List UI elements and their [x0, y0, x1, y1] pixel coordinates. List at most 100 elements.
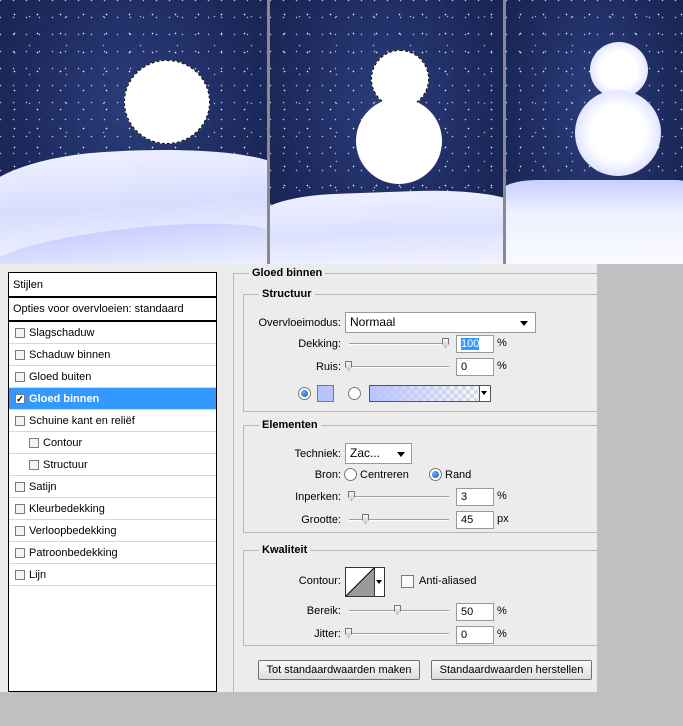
gradient-radio[interactable] [348, 387, 361, 400]
chevron-down-icon [397, 452, 405, 457]
choke-input[interactable]: 3 [456, 488, 494, 506]
opacity-input[interactable]: 100 [456, 335, 494, 353]
style-item[interactable]: ✓ Gloed binnen [9, 388, 216, 410]
style-item-label: Satijn [29, 480, 57, 493]
structure-title: Structuur [259, 288, 315, 300]
jitter-slider-track [349, 633, 449, 635]
blend-options-item[interactable]: Opties voor overvloeien: standaard [9, 298, 216, 322]
choke-unit: % [497, 490, 507, 502]
styles-list: Stijlen Opties voor overvloeien: standaa… [8, 272, 217, 692]
style-item[interactable]: Gloed buiten [9, 366, 216, 388]
contour-curve-icon [346, 568, 375, 596]
opacity-slider-track [349, 343, 449, 345]
technique-label: Techniek: [294, 448, 341, 460]
style-item-checkbox[interactable] [15, 371, 25, 382]
source-edge-radio[interactable] [429, 468, 442, 481]
noise-input[interactable]: 0 [456, 358, 494, 376]
size-value: 45 [461, 514, 474, 526]
size-input[interactable]: 45 [456, 511, 494, 529]
gradient-picker[interactable] [369, 385, 491, 402]
style-item-checkbox[interactable] [15, 481, 25, 492]
opacity-value: 100 [461, 338, 480, 350]
style-item[interactable]: Schuine kant en reliëf [9, 410, 216, 432]
anti-aliased-checkbox[interactable] [401, 575, 414, 588]
snow-ground [270, 187, 503, 264]
choke-value: 3 [461, 491, 468, 503]
jitter-input[interactable]: 0 [456, 626, 494, 644]
choke-label: Inperken: [295, 491, 341, 503]
style-item-checkbox[interactable] [15, 569, 25, 580]
style-item-label: Gloed buiten [29, 370, 92, 383]
styles-header[interactable]: Stijlen [9, 273, 216, 298]
snow-ground [506, 180, 683, 264]
style-item-label: Schaduw binnen [29, 348, 111, 361]
chevron-down-icon [520, 321, 528, 326]
snowman-body [575, 90, 661, 176]
range-input[interactable]: 50 [456, 603, 494, 621]
style-item-label: Structuur [43, 458, 88, 471]
style-item[interactable]: Verloopbedekking [9, 520, 216, 542]
technique-value: Zac... [350, 446, 381, 460]
style-item-label: Lijn [29, 568, 47, 581]
size-unit: px [497, 513, 509, 525]
inner-glow-title: Gloed binnen [249, 267, 326, 279]
opacity-unit: % [497, 337, 507, 349]
chevron-down-icon [481, 391, 487, 395]
style-item[interactable]: Structuur [9, 454, 216, 476]
style-item[interactable]: Lijn [9, 564, 216, 586]
scene-step-1 [0, 0, 267, 264]
style-item-label: Verloopbedekking [29, 524, 117, 537]
range-unit: % [497, 605, 507, 617]
snowman-body [356, 98, 442, 184]
style-item-label: Schuine kant en reliëf [29, 414, 135, 427]
style-item[interactable]: Contour [9, 432, 216, 454]
anti-aliased-label: Anti-aliased [419, 575, 477, 587]
noise-value: 0 [461, 361, 468, 373]
source-center-radio[interactable] [344, 468, 357, 481]
elements-title: Elementen [259, 419, 321, 431]
style-item-checkbox[interactable] [29, 459, 39, 470]
style-item-checkbox[interactable] [15, 327, 25, 338]
style-item-checkbox[interactable]: ✓ [15, 393, 25, 404]
blend-mode-select[interactable]: Normaal [345, 312, 536, 333]
contour-dropdown-button[interactable] [374, 568, 384, 596]
style-item[interactable]: Patroonbedekking [9, 542, 216, 564]
opacity-label: Dekking: [298, 338, 341, 350]
technique-select[interactable]: Zac... [345, 443, 412, 464]
style-item-checkbox[interactable] [15, 547, 25, 558]
style-item-label: Kleurbedekking [29, 502, 105, 515]
style-item[interactable]: Kleurbedekking [9, 498, 216, 520]
chevron-down-icon [376, 580, 382, 584]
style-item-checkbox[interactable] [15, 503, 25, 514]
contour-picker[interactable] [345, 567, 385, 597]
blend-mode-label: Overvloeimodus: [258, 317, 341, 329]
contour-label: Contour: [298, 575, 341, 587]
style-item-checkbox[interactable] [15, 525, 25, 536]
blend-options-label: Opties voor overvloeien: standaard [13, 303, 184, 315]
noise-label: Ruis: [315, 361, 341, 373]
style-item-checkbox[interactable] [15, 349, 25, 360]
settings-group-left-line [233, 273, 234, 693]
style-item[interactable]: Schaduw binnen [9, 344, 216, 366]
range-label: Bereik: [306, 605, 341, 617]
gradient-dropdown-button[interactable] [479, 386, 490, 401]
style-item-label: Gloed binnen [29, 392, 100, 405]
style-item-label: Slagschaduw [29, 326, 95, 339]
reset-default-button[interactable]: Standaardwaarden herstellen [431, 660, 592, 680]
noise-slider-track [349, 366, 449, 368]
inner-glow-settings: Gloed binnen Structuur Overvloeimodus: N… [233, 264, 597, 693]
scene-step-2 [270, 0, 503, 264]
source-center-label: Centreren [360, 469, 409, 481]
jitter-label: Jitter: [314, 628, 341, 640]
size-label: Grootte: [301, 514, 341, 526]
styles-header-label: Stijlen [13, 278, 43, 291]
glow-color-swatch[interactable] [317, 385, 334, 402]
make-default-button[interactable]: Tot standaardwaarden maken [258, 660, 420, 680]
style-item[interactable]: Satijn [9, 476, 216, 498]
style-item-checkbox[interactable] [29, 437, 39, 448]
style-item-checkbox[interactable] [15, 415, 25, 426]
quality-title: Kwaliteit [259, 544, 311, 556]
style-item[interactable]: Slagschaduw [9, 322, 216, 344]
solid-color-radio[interactable] [298, 387, 311, 400]
snowball-selection [124, 60, 210, 144]
